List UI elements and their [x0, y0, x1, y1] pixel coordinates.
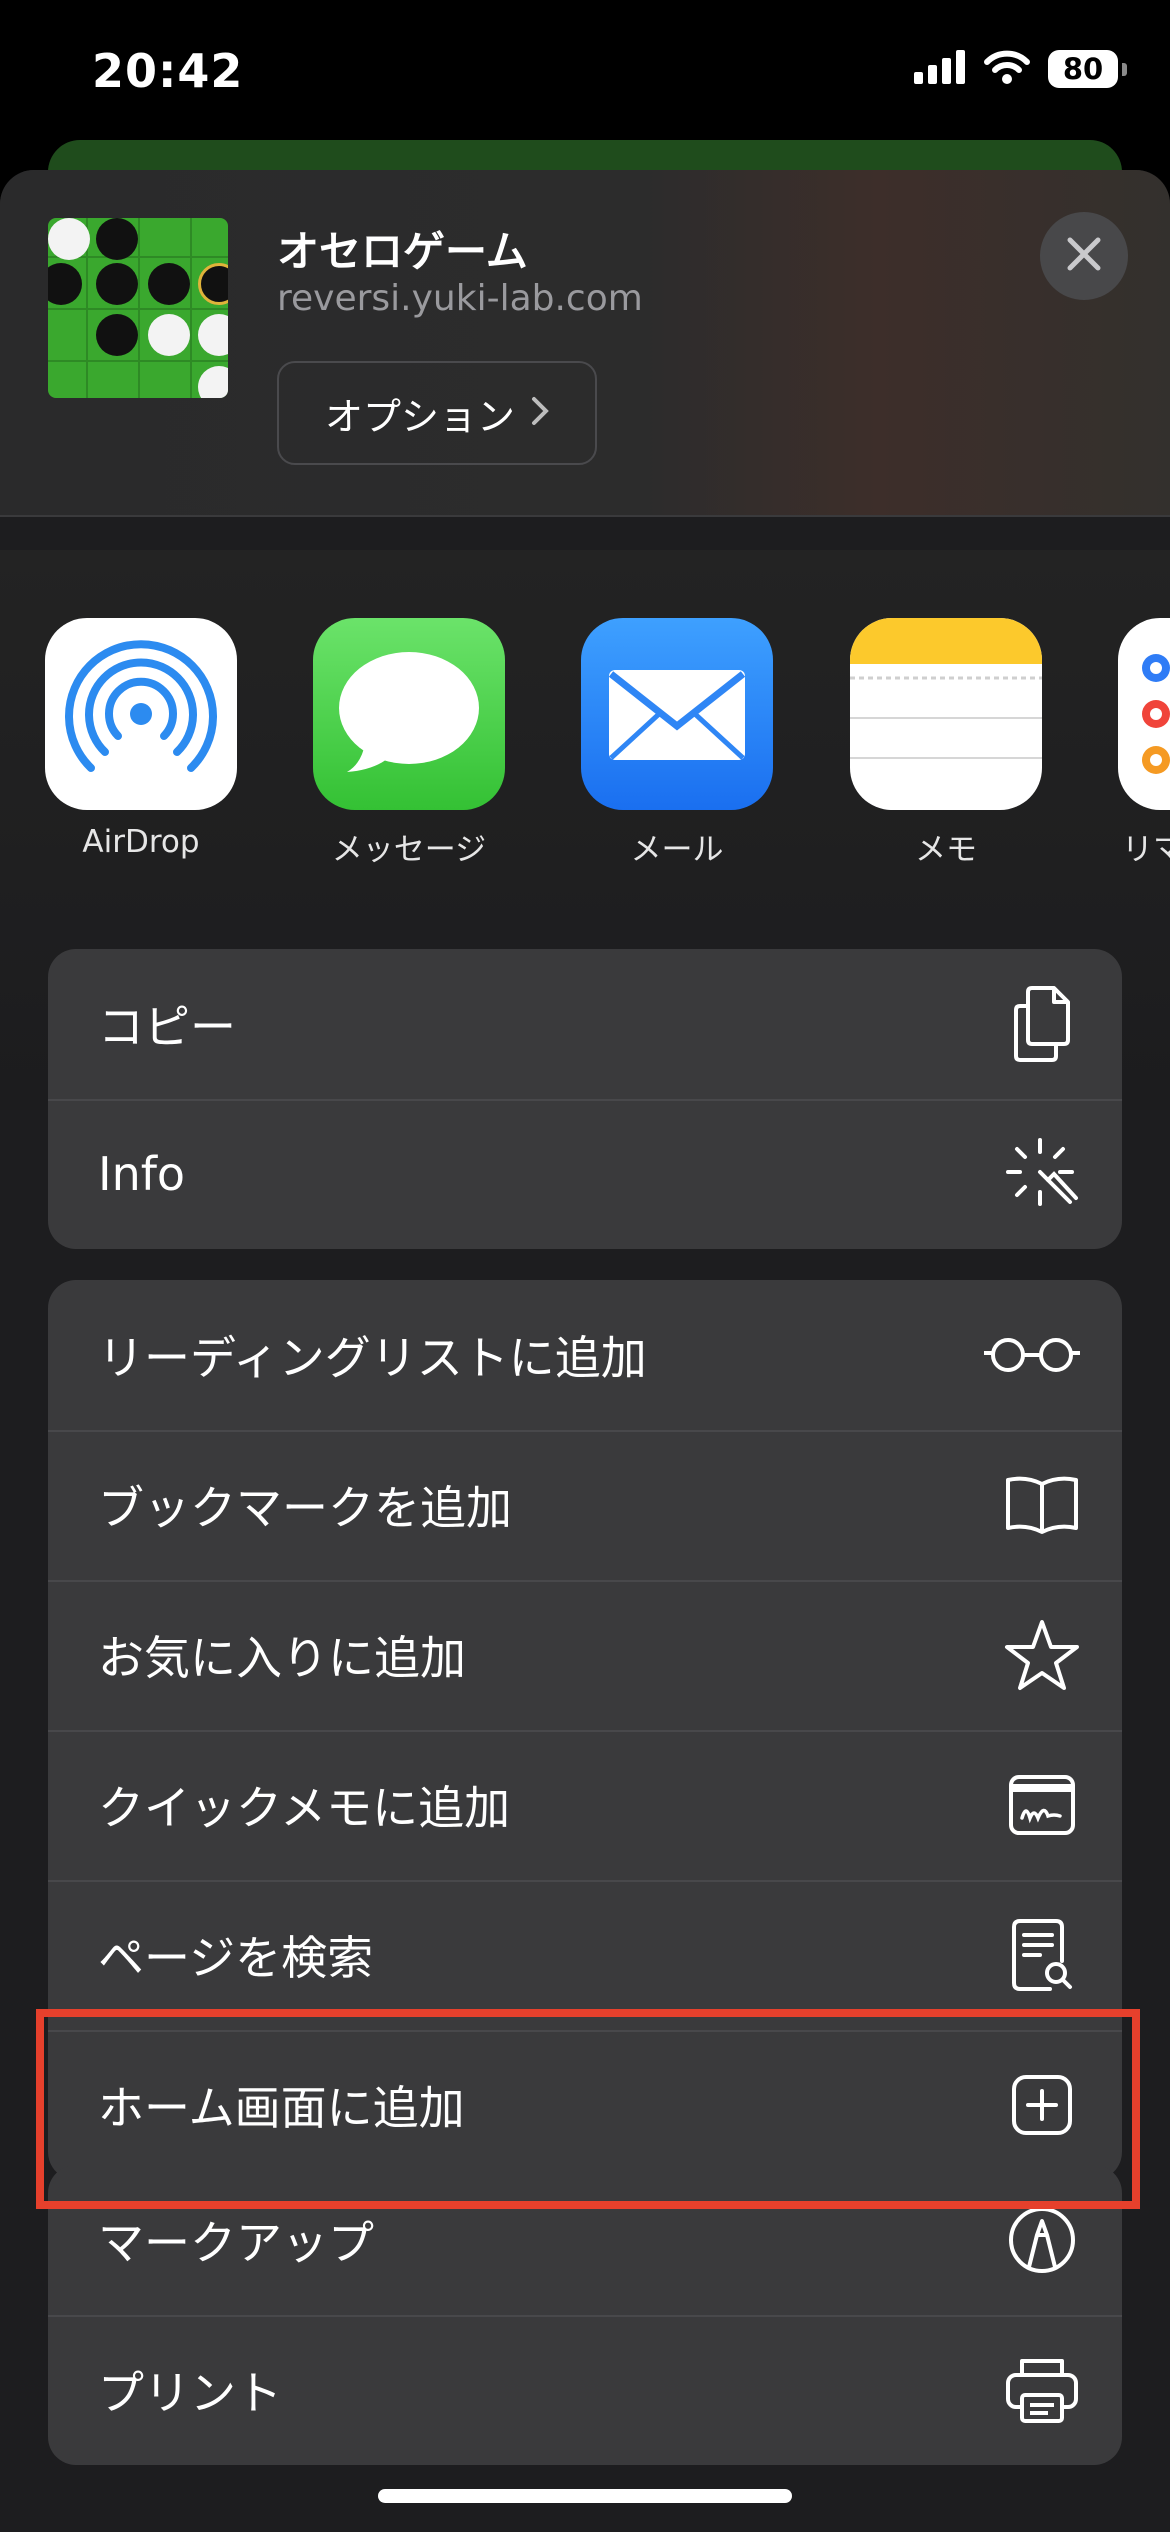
page-title: オセロゲーム: [277, 227, 528, 276]
star-icon: [1002, 1615, 1082, 1695]
notes-icon: [850, 618, 1042, 810]
action-copy[interactable]: コピー: [48, 949, 1122, 1099]
action-label: クイックメモに追加: [98, 1781, 511, 1835]
home-indicator: [378, 2489, 792, 2503]
app-label: メモ: [915, 832, 977, 868]
signal-icon: [914, 50, 966, 88]
action-label: プリント: [98, 2366, 282, 2420]
highlight-box: [36, 2009, 1140, 2209]
page-domain: reversi.yuki-lab.com: [277, 278, 643, 319]
action-print[interactable]: プリント: [48, 2315, 1122, 2465]
status-time: 20:42: [92, 44, 244, 98]
white-disc: [48, 218, 90, 260]
battery-indicator: 80: [1048, 50, 1127, 88]
status-icons: 80: [914, 50, 1127, 88]
action-label: Info: [98, 1147, 186, 1201]
app-mail[interactable]: メール: [581, 618, 773, 869]
app-label: メール: [630, 832, 724, 868]
status-bar: 20:42 80: [0, 0, 1170, 150]
airdrop-icon: [45, 618, 237, 810]
black-disc: [96, 314, 138, 356]
white-disc: [148, 314, 190, 356]
action-label: お気に入りに追加: [98, 1631, 466, 1685]
action-label: ブックマークを追加: [98, 1481, 512, 1535]
black-disc: [96, 218, 138, 260]
app-label: メッセージ: [331, 832, 487, 868]
wifi-icon: [984, 50, 1030, 88]
action-label: ページを検索: [98, 1931, 374, 1985]
share-sheet-header: オセロゲーム reversi.yuki-lab.com オプション: [0, 170, 1170, 515]
chevron-right-icon: [531, 391, 549, 435]
action-label: リーディングリストに追加: [98, 1331, 647, 1385]
printer-icon: [1002, 2350, 1082, 2430]
action-add-bookmark[interactable]: ブックマークを追加: [48, 1430, 1122, 1580]
glasses-icon: [982, 1315, 1082, 1395]
page-thumbnail: [48, 218, 228, 398]
mail-icon: [581, 618, 773, 810]
app-airdrop[interactable]: AirDrop: [45, 618, 237, 860]
app-label: AirDrop: [82, 824, 200, 860]
options-button[interactable]: オプション: [277, 361, 597, 465]
divider: [0, 515, 1170, 517]
app-messages[interactable]: メッセージ: [313, 618, 505, 869]
magic-wand-icon: [1002, 1134, 1082, 1214]
close-icon: [1066, 236, 1102, 276]
copy-icon: [1002, 984, 1082, 1064]
action-group-1: コピー Info: [48, 949, 1122, 1249]
black-disc: [96, 263, 138, 305]
find-in-page-icon: [1002, 1915, 1082, 1995]
quick-note-icon: [1002, 1765, 1082, 1845]
action-info[interactable]: Info: [48, 1099, 1122, 1249]
close-button[interactable]: [1040, 212, 1128, 300]
action-add-quick-note[interactable]: クイックメモに追加: [48, 1730, 1122, 1880]
action-label: コピー: [98, 1000, 236, 1054]
markup-icon: [1002, 2200, 1082, 2280]
app-notes[interactable]: メモ: [850, 618, 1042, 869]
reminders-icon: [1118, 618, 1170, 810]
action-label: マークアップ: [98, 2216, 374, 2270]
options-label: オプション: [324, 394, 515, 439]
action-add-reading-list[interactable]: リーディングリストに追加: [48, 1280, 1122, 1430]
messages-icon: [313, 618, 505, 810]
action-find-on-page[interactable]: ページを検索: [48, 1880, 1122, 2030]
app-reminders[interactable]: リマ: [1118, 618, 1170, 869]
action-add-favorites[interactable]: お気に入りに追加: [48, 1580, 1122, 1730]
book-icon: [1002, 1465, 1082, 1545]
black-disc: [148, 263, 190, 305]
app-label: リマ: [1122, 832, 1170, 868]
action-group-3: マークアップ プリント: [48, 2165, 1122, 2465]
